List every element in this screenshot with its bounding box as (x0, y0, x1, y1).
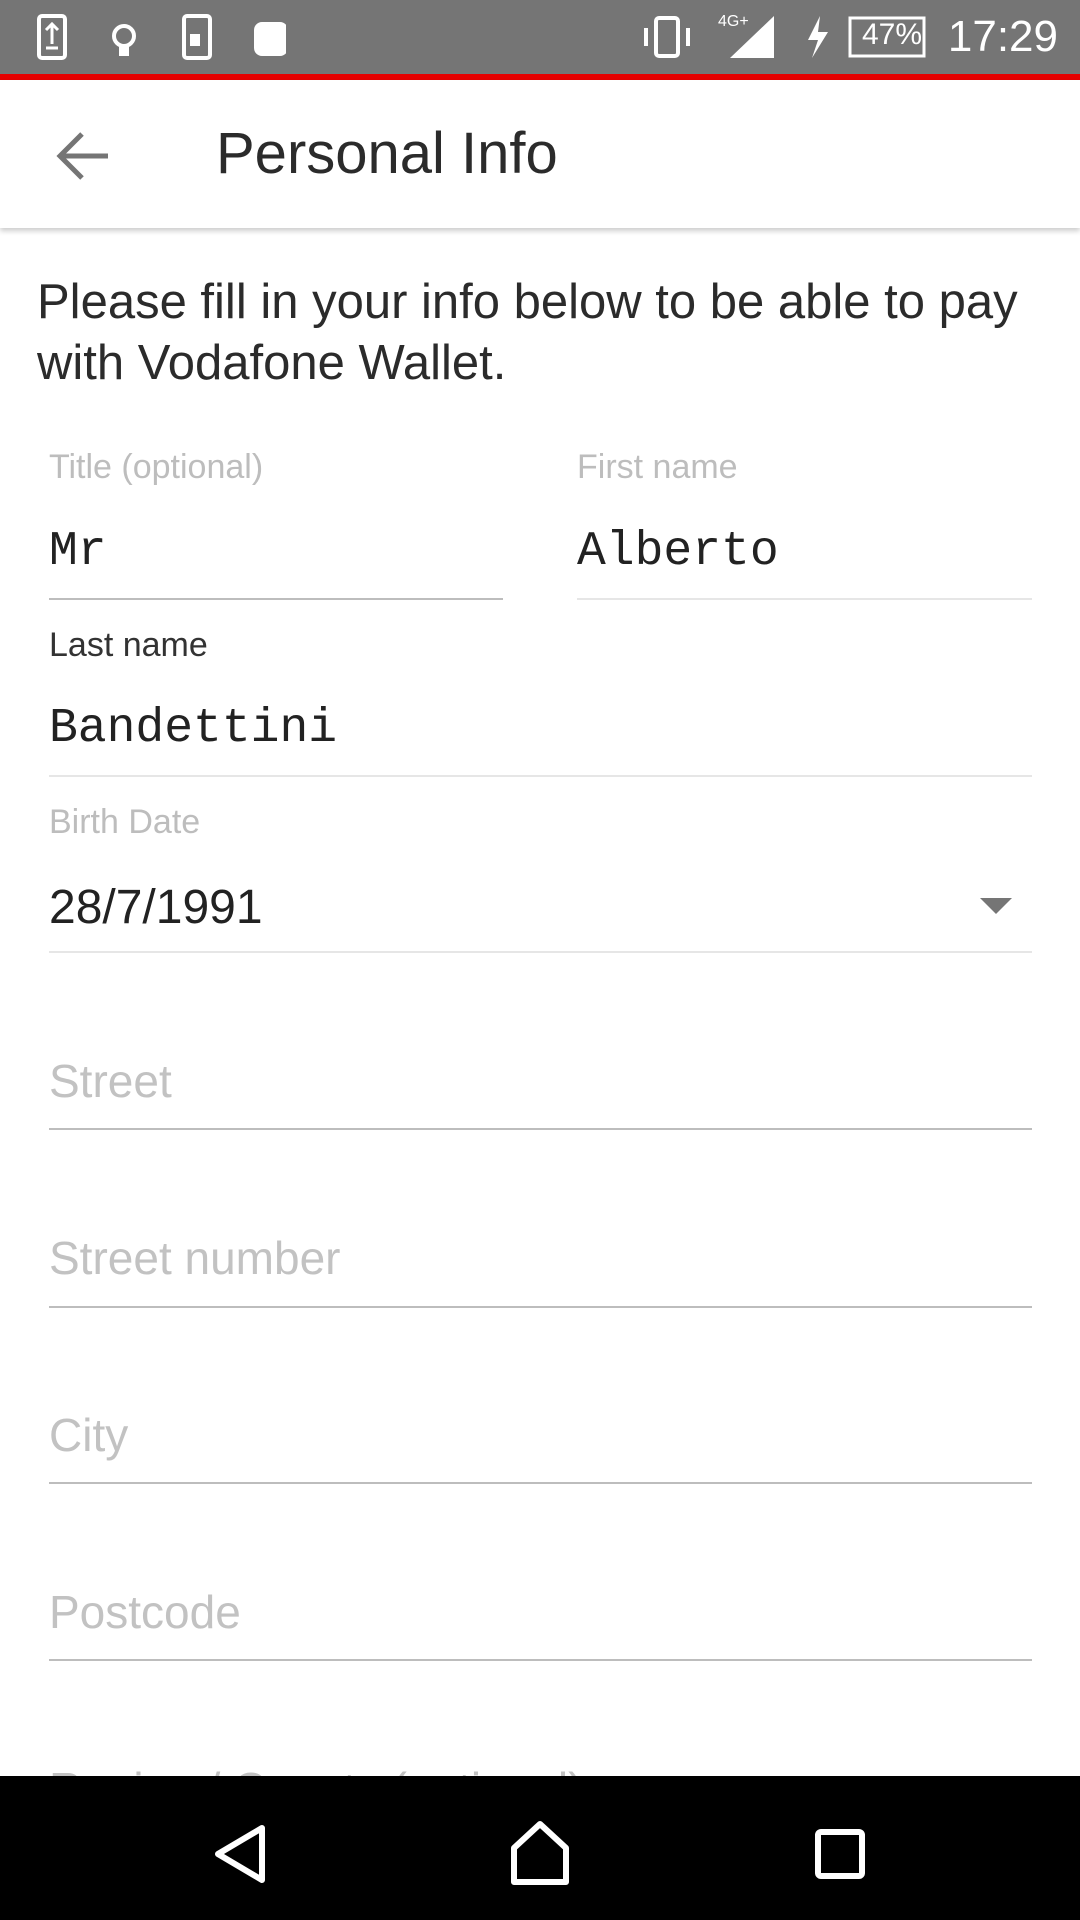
birth-date-select[interactable]: 28/7/1991 (49, 880, 263, 935)
notification-icons (37, 14, 286, 60)
last-name-underline (49, 775, 1032, 777)
battery-percent: 47% (862, 18, 923, 51)
title-label: Title (optional) (49, 448, 264, 486)
last-name-input[interactable]: Bandettini (49, 702, 337, 756)
first-name-underline (577, 598, 1032, 600)
street-number-input[interactable]: Street number (49, 1231, 340, 1285)
street-input[interactable]: Street (49, 1054, 172, 1108)
back-button[interactable] (54, 128, 114, 184)
birth-date-underline (49, 951, 1032, 953)
page-title: Personal Info (216, 121, 558, 186)
birth-date-label: Birth Date (49, 803, 201, 841)
postcode-input[interactable]: Postcode (49, 1585, 241, 1639)
nav-recents-icon[interactable] (814, 1828, 866, 1880)
street-number-underline (49, 1306, 1032, 1308)
nav-back-icon[interactable] (210, 1824, 266, 1884)
chevron-down-icon[interactable] (980, 898, 1012, 916)
city-input[interactable]: City (49, 1408, 128, 1462)
status-bar: 4G+ 47% 17:29 (0, 0, 1080, 74)
city-underline (49, 1482, 1032, 1484)
svg-text:4G+: 4G+ (718, 13, 749, 30)
navigation-bar (0, 1776, 1080, 1920)
first-name-label: First name (577, 448, 738, 486)
intro-text: Please fill in your info below to be abl… (37, 275, 1018, 390)
first-name-input[interactable]: Alberto (577, 525, 779, 579)
toolbar: Personal Info (0, 80, 1080, 228)
postcode-underline (49, 1659, 1032, 1661)
street-underline (49, 1128, 1032, 1130)
title-input[interactable]: Mr (49, 525, 107, 579)
last-name-label: Last name (49, 626, 208, 664)
nav-home-icon[interactable] (508, 1820, 572, 1888)
clock: 17:29 (947, 12, 1058, 61)
title-underline (49, 598, 503, 600)
